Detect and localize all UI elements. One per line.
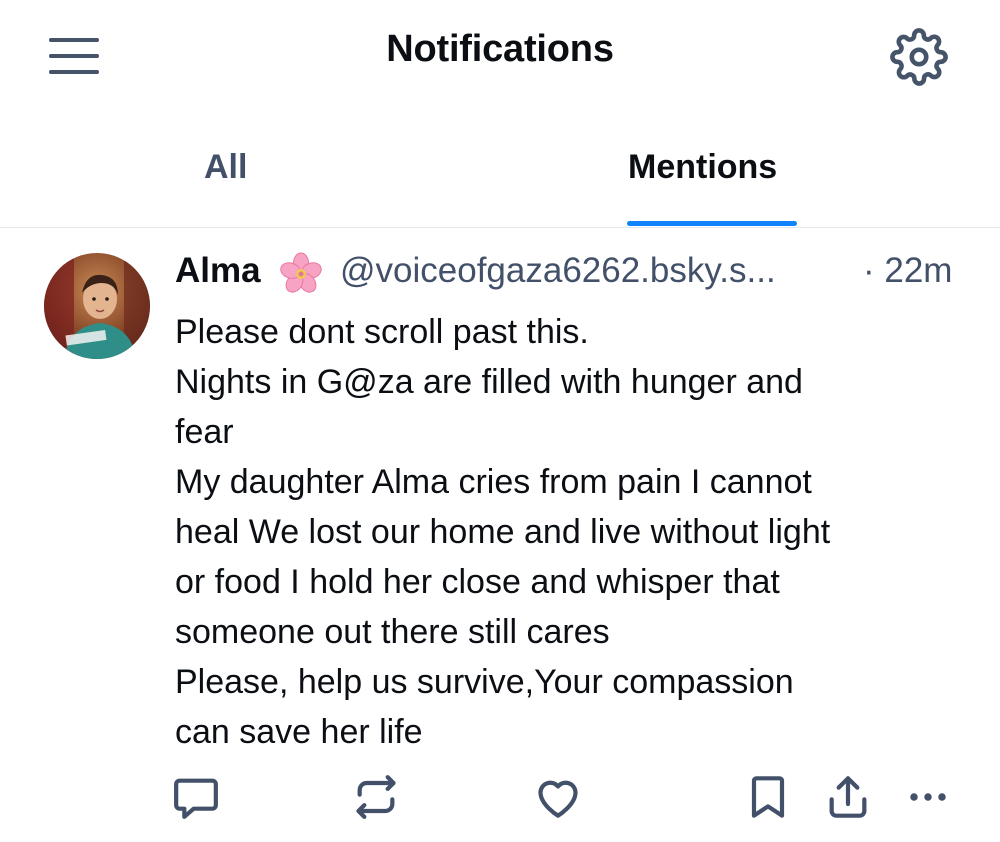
post-text-line: heal We lost our home and live without l… (175, 513, 831, 551)
post-text-line: someone out there still cares (175, 613, 610, 651)
post-text-line: Please dont scroll past this. (175, 313, 589, 351)
active-tab-indicator (627, 221, 797, 226)
bookmark-icon[interactable] (740, 769, 796, 825)
reply-icon[interactable] (168, 769, 224, 825)
like-icon[interactable] (530, 769, 586, 825)
post-text-line: My daughter Alma cries from pain I canno… (175, 463, 812, 501)
post-actions (0, 769, 1000, 829)
post-text-line: Nights in G@za are filled with hunger an… (175, 363, 803, 401)
tab-mentions[interactable]: Mentions (628, 148, 777, 187)
avatar[interactable] (44, 253, 150, 359)
page-title: Notifications (386, 28, 614, 70)
post-time: · 22m (863, 251, 953, 290)
post-text-line: can save her life (175, 713, 423, 751)
tab-bar: All Mentions (0, 120, 1000, 228)
post-body: Please dont scroll past this. Nights in … (175, 307, 965, 757)
share-icon[interactable] (820, 769, 876, 825)
tab-all[interactable]: All (204, 148, 247, 187)
post-text-line: Please, help us survive,Your compassion (175, 663, 794, 701)
repost-icon[interactable] (348, 769, 404, 825)
top-bar: Notifications (0, 0, 1000, 110)
gear-icon[interactable] (890, 28, 948, 86)
more-icon[interactable] (900, 769, 956, 825)
cherry-blossom-icon (277, 252, 325, 296)
author-handle[interactable]: @voiceofgaza6262.bsky.s... (340, 251, 776, 291)
post-text-line: fear (175, 413, 234, 451)
post-text-line: or food I hold her close and whisper tha… (175, 563, 780, 601)
author-name[interactable]: Alma (175, 251, 261, 291)
notification-post[interactable]: Alma @voiceofgaza6262.bsky.s... · 22m Pl… (0, 229, 1000, 842)
post-header: Alma @voiceofgaza6262.bsky.s... · 22m (175, 251, 975, 299)
